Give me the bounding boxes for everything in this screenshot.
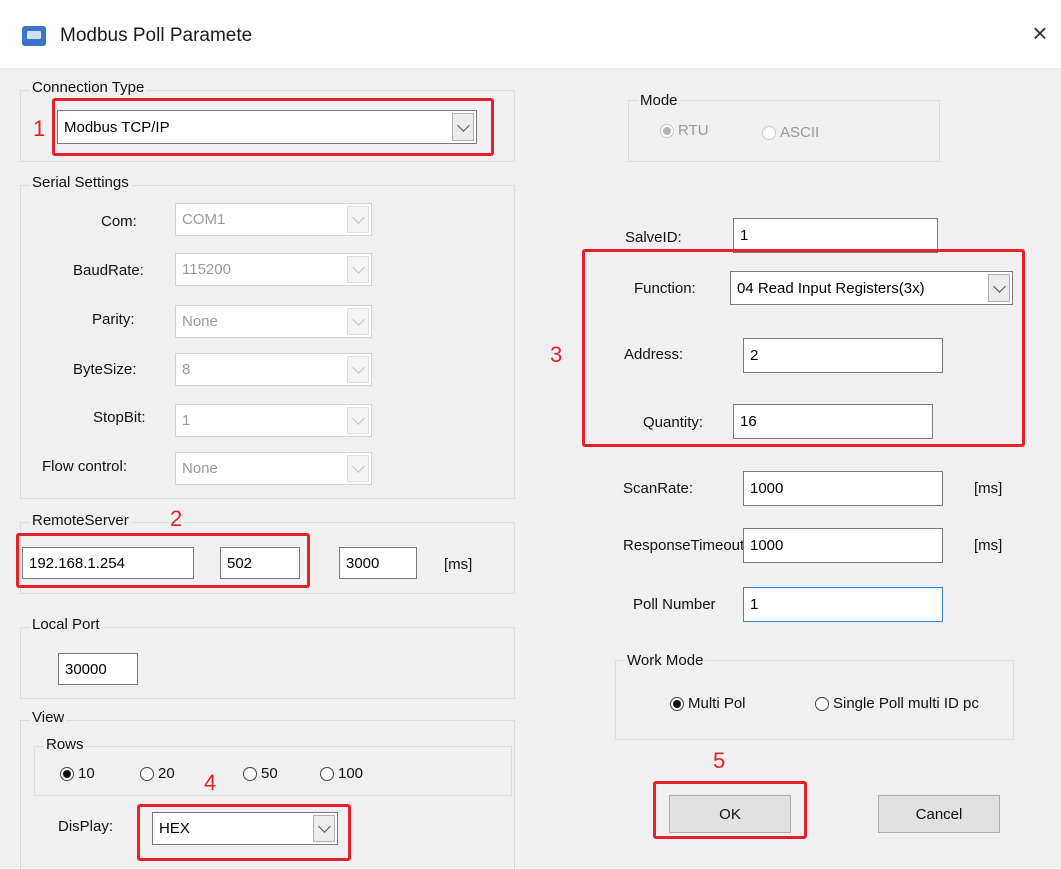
display-label: DisPlay: (58, 818, 114, 835)
rows-option-100[interactable]: 100 (320, 765, 363, 782)
rows-option-label: 20 (158, 765, 175, 782)
annotation-number-1: 1 (33, 116, 46, 141)
chevron-down-icon[interactable] (347, 455, 369, 482)
parity-select[interactable]: None (175, 305, 372, 338)
chevron-down-icon[interactable] (347, 308, 369, 335)
slave-id-input[interactable]: 1 (733, 218, 938, 253)
scan-rate-input[interactable]: 1000 (743, 471, 943, 506)
rows-option-10[interactable]: 10 (60, 765, 95, 782)
rows-option-label: 50 (261, 765, 278, 782)
connection-type-label: Connection Type (30, 79, 147, 96)
parity-label: Parity: (92, 311, 135, 328)
radio-icon (762, 125, 776, 140)
radio-icon (320, 766, 334, 781)
remote-timeout-input[interactable]: 3000 (339, 547, 417, 579)
mode-option-label: RTU (678, 122, 709, 139)
work-mode-multi-poll[interactable]: Multi Pol (670, 695, 746, 712)
baudrate-label: BaudRate: (73, 262, 144, 279)
highlight-display (137, 804, 351, 861)
annotation-number-2: 2 (170, 506, 183, 531)
annotation-number-3: 3 (550, 342, 563, 367)
chevron-down-icon[interactable] (347, 256, 369, 283)
flow-control-label: Flow control: (42, 458, 128, 475)
remote-server-label: RemoteServer (30, 512, 131, 529)
rows-option-label: 100 (338, 765, 364, 782)
mode-label: Mode (638, 92, 680, 109)
modbus-app-icon (22, 26, 46, 46)
response-timeout-input[interactable]: 1000 (743, 528, 943, 563)
slave-id-label: SalveID: (625, 229, 682, 246)
highlight-remote-server (16, 533, 310, 588)
highlight-connection-type (52, 98, 494, 156)
scan-rate-unit: [ms] (974, 480, 1003, 497)
com-label: Com: (101, 213, 137, 230)
annotation-number-4: 4 (204, 770, 217, 795)
local-port-input[interactable]: 30000 (58, 653, 138, 685)
stopbit-value: 1 (182, 412, 191, 429)
baudrate-select[interactable]: 115200 (175, 253, 372, 286)
work-mode-label: Work Mode (625, 652, 706, 669)
baudrate-value: 115200 (182, 261, 231, 278)
cancel-button[interactable]: Cancel (878, 795, 1000, 833)
serial-settings-label: Serial Settings (30, 174, 131, 191)
radio-icon (243, 766, 257, 781)
com-value: COM1 (182, 211, 226, 228)
radio-icon (140, 766, 154, 781)
radio-selected-icon (60, 766, 74, 781)
remote-timeout-unit: [ms] (444, 556, 473, 573)
mode-option-rtu[interactable]: RTU (660, 122, 709, 139)
local-port-label: Local Port (30, 616, 102, 633)
chevron-down-icon[interactable] (347, 206, 369, 233)
com-select[interactable]: COM1 (175, 203, 372, 236)
rows-option-50[interactable]: 50 (243, 765, 278, 782)
rows-option-label: 10 (78, 765, 95, 782)
highlight-ok-button (653, 781, 807, 839)
response-timeout-label: ResponseTimeout (623, 537, 745, 554)
work-mode-option-label: Single Poll multi ID pc (833, 695, 979, 712)
poll-number-input[interactable]: 1 (743, 587, 943, 622)
stopbit-label: StopBit: (93, 409, 146, 426)
scan-rate-label: ScanRate: (623, 480, 694, 497)
work-mode-single-poll[interactable]: Single Poll multi ID pc (815, 695, 1010, 712)
mode-option-label: ASCII (780, 124, 820, 141)
annotation-number-5: 5 (713, 748, 726, 773)
view-label: View (30, 709, 67, 726)
flow-control-value: None (182, 460, 218, 477)
bytesize-select[interactable]: 8 (175, 353, 372, 386)
rows-label: Rows (44, 736, 86, 753)
rows-option-20[interactable]: 20 (140, 765, 175, 782)
response-timeout-unit: [ms] (974, 537, 1003, 554)
chevron-down-icon[interactable] (347, 356, 369, 383)
window-title: Modbus Poll Paramete (60, 25, 253, 46)
bytesize-label: ByteSize: (73, 361, 137, 378)
flow-control-select[interactable]: None (175, 452, 372, 485)
parity-value: None (182, 313, 218, 330)
stopbit-select[interactable]: 1 (175, 404, 372, 437)
bytesize-value: 8 (182, 361, 191, 378)
close-icon[interactable]: × (1026, 16, 1054, 50)
mode-option-ascii[interactable]: ASCII (762, 124, 819, 141)
radio-selected-icon (660, 123, 674, 138)
radio-selected-icon (670, 696, 684, 711)
work-mode-option-label: Multi Pol (688, 695, 746, 712)
highlight-function-block (582, 249, 1025, 447)
poll-number-label: Poll Number (633, 596, 716, 613)
chevron-down-icon[interactable] (347, 407, 369, 434)
radio-icon (815, 696, 829, 711)
